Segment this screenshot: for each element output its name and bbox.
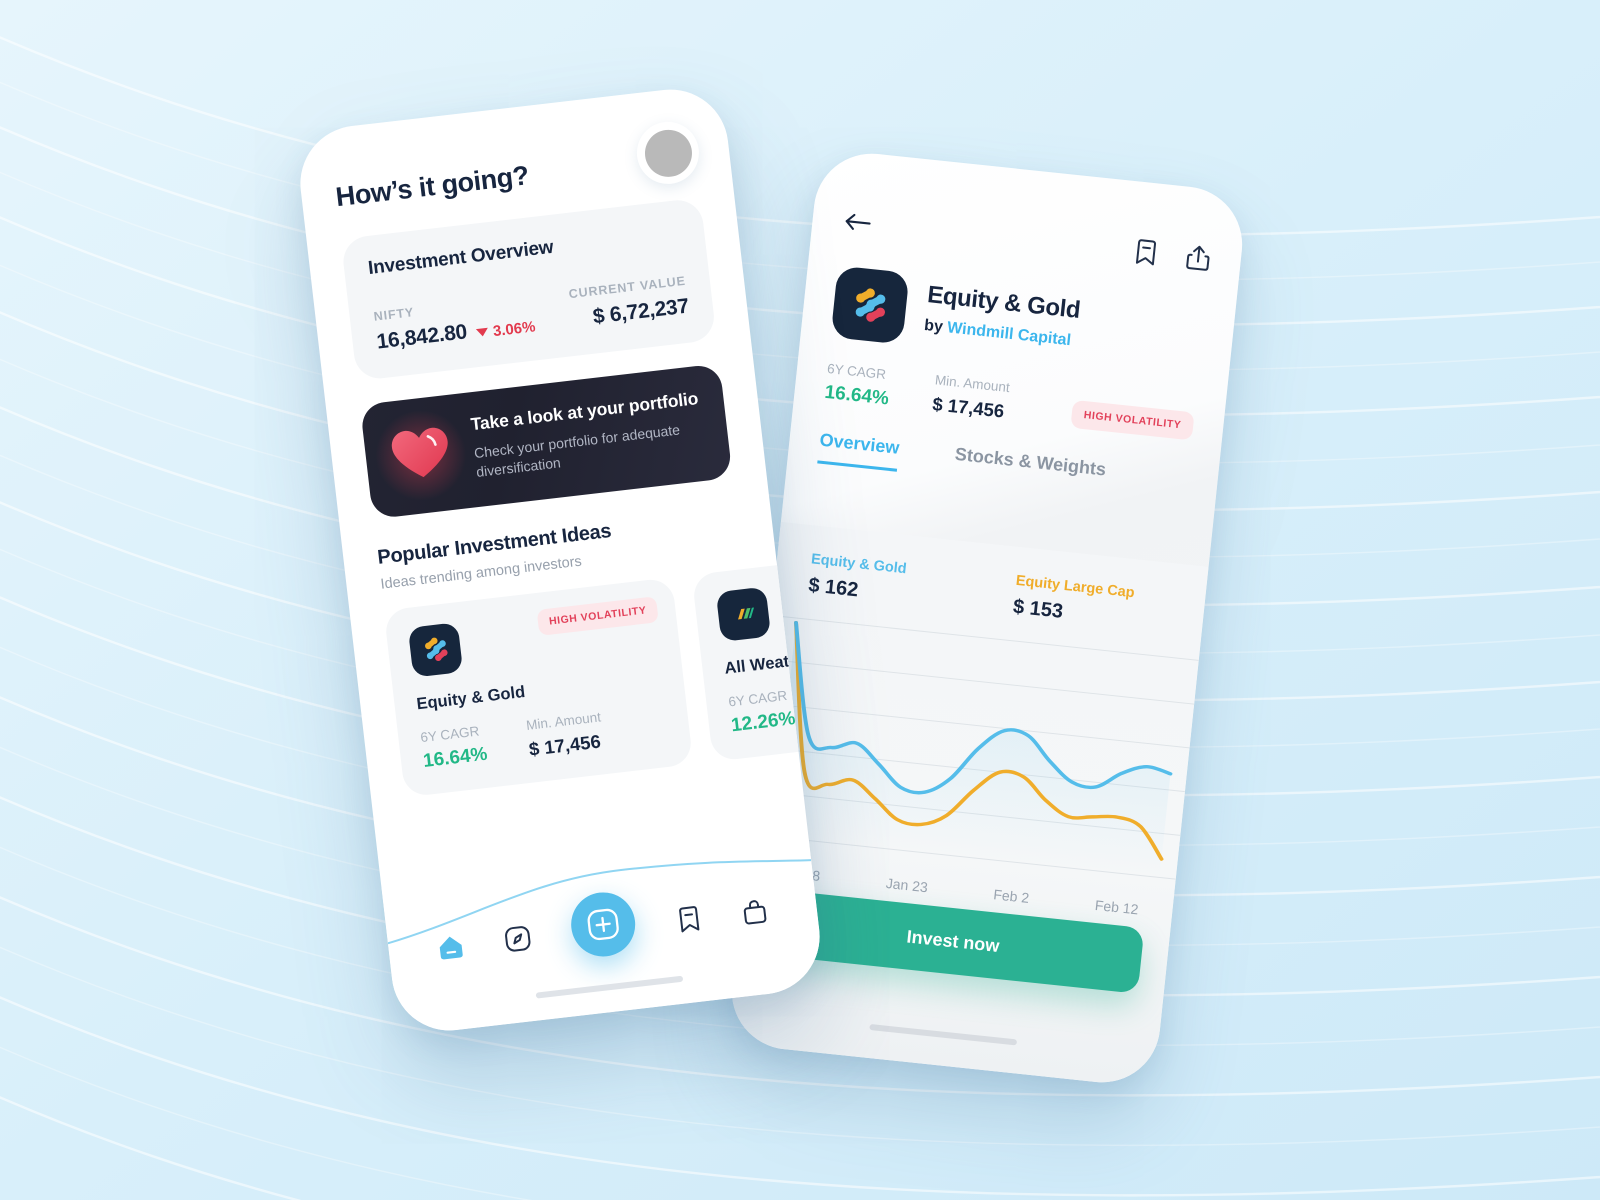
nifty-delta-value: 3.06% — [492, 317, 537, 340]
min-amount-value: $ 17,456 — [931, 393, 1006, 422]
status-badge: HIGH VOLATILITY — [1070, 399, 1195, 441]
bookmark-minus-icon[interactable] — [1132, 237, 1159, 272]
heart-icon — [387, 421, 456, 490]
min-amount-label: Min. Amount — [525, 709, 602, 733]
product-stats: 6Y CAGR 16.64% Min. Amount $ 17,456 HIGH… — [824, 361, 1196, 442]
legend-item-equity-gold: Equity & Gold $ 162 — [807, 551, 907, 607]
tab-stocks-weights[interactable]: Stocks & Weights — [953, 444, 1107, 494]
detail-tabs: Overview Stocks & Weights — [817, 429, 1189, 502]
page-title: Equity & Gold — [926, 281, 1082, 324]
back-arrow-icon[interactable] — [841, 209, 874, 241]
avatar-image — [641, 126, 694, 179]
ideas-carousel[interactable]: HIGH VOLATILITY Equity & Gold 6Y CAGR 16… — [383, 557, 826, 797]
legend-item-equity-large-cap: Equity Large Cap $ 153 — [1012, 573, 1135, 631]
idea-cagr: 6Y CAGR 16.64% — [420, 722, 489, 772]
tab-overview[interactable]: Overview — [817, 429, 901, 472]
home-indicator — [535, 975, 684, 999]
nav-item-explore[interactable] — [503, 924, 533, 959]
idea-cagr: 6Y CAGR 12.26% — [728, 687, 797, 737]
overview-title: Investment Overview — [367, 236, 555, 280]
nifty-block: NIFTY 16,842.80 3.06% — [373, 292, 536, 355]
bookmark-icon — [678, 905, 700, 932]
legend-value-equity-gold: $ 162 — [807, 574, 860, 602]
home-icon — [439, 936, 463, 959]
home-indicator — [869, 1023, 1018, 1046]
cagr-label: 6Y CAGR — [727, 687, 788, 710]
current-value-amount: $ 6,72,237 — [591, 294, 690, 329]
detail-topbar — [841, 207, 1212, 278]
equity-gold-app-icon — [830, 265, 910, 345]
nav-item-orders[interactable] — [740, 896, 770, 932]
all-weather-app-icon — [715, 586, 772, 642]
cagr-stat: 6Y CAGR 16.64% — [824, 361, 893, 411]
min-amount-value: $ 17,456 — [527, 730, 602, 760]
publisher-link[interactable]: Windmill Capital — [946, 319, 1071, 349]
compass-icon — [505, 926, 531, 952]
cagr-value: 12.26% — [729, 707, 797, 736]
caret-down-icon — [475, 327, 489, 338]
min-amount-stat: Min. Amount $ 17,456 — [931, 372, 1010, 423]
by-prefix: by — [923, 316, 949, 337]
nav-item-home[interactable] — [436, 932, 465, 966]
performance-chart — [746, 603, 1200, 897]
cagr-label: 6Y CAGR — [826, 360, 887, 383]
nifty-value: 16,842.80 — [375, 320, 469, 354]
investment-overview-card: Investment Overview NIFTY 16,842.80 3.06… — [340, 197, 717, 382]
legend-value-equity-large-cap: $ 153 — [1012, 595, 1065, 623]
nifty-delta: 3.06% — [475, 318, 536, 342]
share-icon[interactable] — [1184, 243, 1212, 278]
portfolio-promo-card[interactable]: Take a look at your portfolio Check your… — [359, 363, 733, 519]
nav-item-bookmarks[interactable] — [675, 904, 703, 940]
idea-min-amount: Min. Amount $ 17,456 — [525, 709, 604, 760]
equity-gold-app-icon — [407, 621, 464, 678]
product-header: Equity & Gold by Windmill Capital — [830, 265, 1206, 375]
status-badge: HIGH VOLATILITY — [536, 595, 659, 636]
cagr-value: 16.64% — [823, 381, 890, 410]
cagr-value: 16.64% — [422, 743, 489, 772]
idea-card-equity-gold[interactable]: HIGH VOLATILITY Equity & Gold 6Y CAGR 16… — [383, 576, 694, 797]
cagr-label: 6Y CAGR — [419, 723, 480, 745]
legend-label-equity-gold: Equity & Gold — [810, 551, 908, 578]
min-amount-label: Min. Amount — [934, 372, 1011, 396]
bag-icon — [743, 899, 767, 924]
current-value-block: CURRENT VALUE $ 6,72,237 — [568, 274, 690, 332]
plus-icon — [588, 908, 620, 941]
